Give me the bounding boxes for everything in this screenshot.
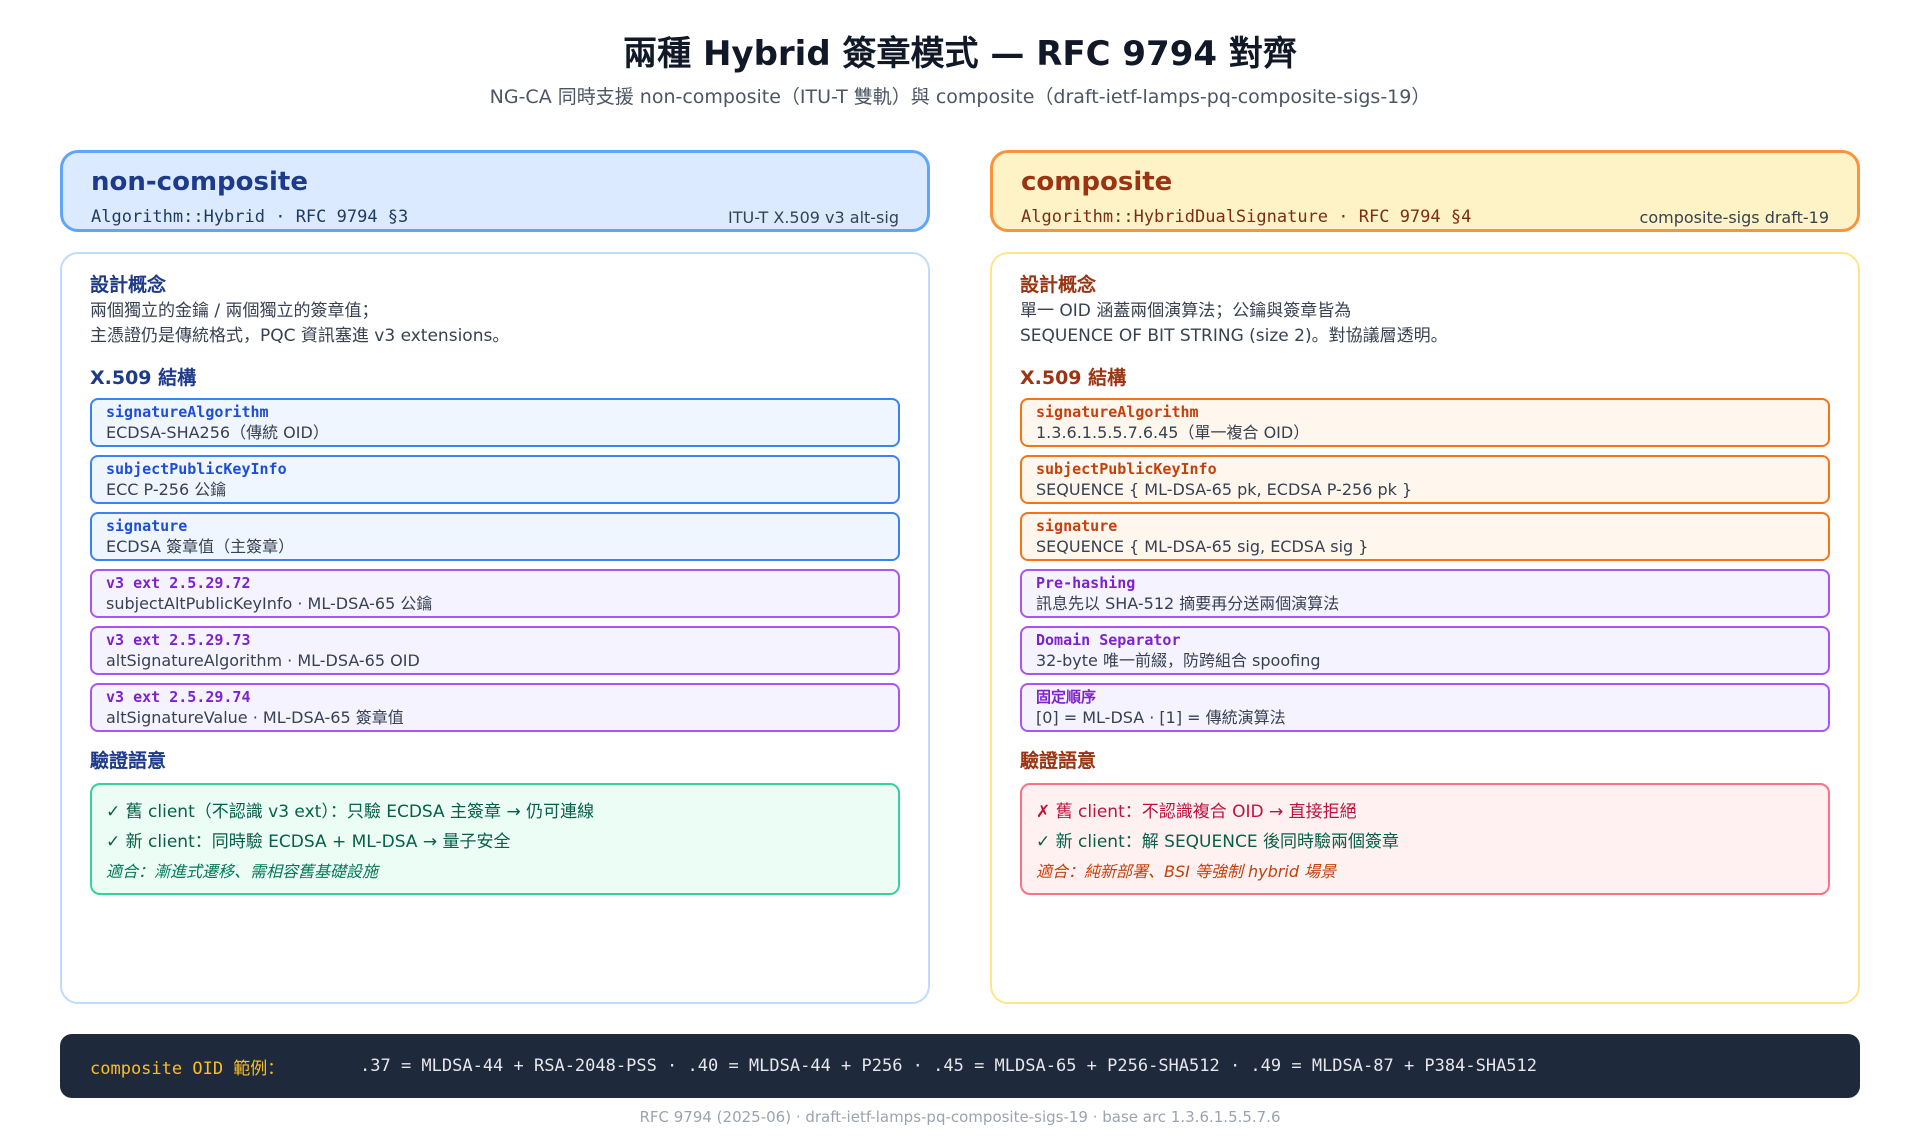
field-name: 固定順序	[1036, 688, 1097, 706]
verification-line: ✓ 新 client：同時驗 ECDSA + ML-DSA → 量子安全	[106, 832, 511, 852]
field-description: altSignatureAlgorithm · ML-DSA-65 OID	[106, 651, 420, 670]
structure-title: X.509 結構	[1020, 367, 1127, 389]
concept-text: 兩個獨立的金鑰 / 兩個獨立的簽章值； 主憑證仍是傳統格式，PQC 資訊塞進 v…	[90, 299, 900, 349]
structure-field: signatureAlgorithm 1.3.6.1.5.5.7.6.45（單一…	[1020, 398, 1830, 447]
non-composite-algorithm: Algorithm::Hybrid · RFC 9794 §3	[91, 207, 409, 227]
field-description: 32-byte 唯一前綴，防跨組合 spoofing	[1036, 651, 1321, 670]
structure-field: subjectPublicKeyInfo ECC P-256 公鑰	[90, 455, 900, 504]
field-description: SEQUENCE { ML-DSA-65 sig, ECDSA sig }	[1036, 537, 1369, 556]
field-description: altSignatureValue · ML-DSA-65 簽章值	[106, 708, 404, 727]
concept-line: 主憑證仍是傳統格式，PQC 資訊塞進 v3 extensions。	[90, 326, 510, 346]
field-name: signatureAlgorithm	[106, 403, 269, 421]
verification-note: 適合：純新部署、BSI 等強制 hybrid 場景	[1036, 862, 1337, 881]
field-name: signatureAlgorithm	[1036, 403, 1199, 421]
page-title: 兩種 Hybrid 簽章模式 — RFC 9794 對齊	[623, 34, 1297, 74]
concept-title: 設計概念	[1020, 274, 1097, 296]
field-name: subjectPublicKeyInfo	[106, 460, 287, 478]
verification-line: ✓ 新 client：解 SEQUENCE 後同時驗兩個簽章	[1036, 832, 1399, 852]
concept-text: 單一 OID 涵蓋兩個演算法；公鑰與簽章皆為 SEQUENCE OF BIT S…	[1020, 299, 1830, 349]
oid-bar-list: .37 = MLDSA-44 + RSA-2048-PSS · .40 = ML…	[360, 1056, 1538, 1076]
composite-title: composite	[1021, 167, 1173, 197]
concept-line: SEQUENCE OF BIT STRING (size 2)。對協議層透明。	[1020, 326, 1448, 346]
structure-field: signatureAlgorithm ECDSA-SHA256（傳統 OID）	[90, 398, 900, 447]
non-composite-header-card: non-composite Algorithm::Hybrid · RFC 97…	[60, 150, 930, 232]
composite-algorithm: Algorithm::HybridDualSignature · RFC 979…	[1021, 207, 1472, 227]
verification-box: ✓ 舊 client（不認識 v3 ext）：只驗 ECDSA 主簽章 → 仍可…	[90, 783, 900, 895]
structure-title: X.509 結構	[90, 367, 197, 389]
field-name: signature	[1036, 517, 1118, 535]
structure-field: v3 ext 2.5.29.74 altSignatureValue · ML-…	[90, 683, 900, 732]
structure-field: v3 ext 2.5.29.72 subjectAltPublicKeyInfo…	[90, 569, 900, 618]
field-description: SEQUENCE { ML-DSA-65 pk, ECDSA P-256 pk …	[1036, 480, 1413, 499]
composite-column: composite Algorithm::HybridDualSignature…	[990, 150, 1860, 1004]
field-description: [0] = ML-DSA · [1] = 傳統演算法	[1036, 708, 1286, 727]
concept-title: 設計概念	[90, 274, 167, 296]
verification-title: 驗證語意	[90, 750, 167, 772]
structure-field-list: signatureAlgorithm 1.3.6.1.5.5.7.6.45（單一…	[1020, 398, 1830, 732]
field-name: v3 ext 2.5.29.74	[106, 688, 251, 706]
footer-references: RFC 9794 (2025-06) · draft-ietf-lamps-pq…	[639, 1108, 1281, 1126]
structure-field-list: signatureAlgorithm ECDSA-SHA256（傳統 OID） …	[90, 398, 900, 732]
structure-field: signature SEQUENCE { ML-DSA-65 sig, ECDS…	[1020, 512, 1830, 561]
field-name: v3 ext 2.5.29.73	[106, 631, 251, 649]
verification-line: ✓ 舊 client（不認識 v3 ext）：只驗 ECDSA 主簽章 → 仍可…	[106, 802, 595, 822]
composite-body-card: 設計概念 單一 OID 涵蓋兩個演算法；公鑰與簽章皆為 SEQUENCE OF …	[990, 252, 1860, 1004]
composite-header-card: composite Algorithm::HybridDualSignature…	[990, 150, 1860, 232]
concept-line: 單一 OID 涵蓋兩個演算法；公鑰與簽章皆為	[1020, 301, 1352, 321]
field-name: signature	[106, 517, 188, 535]
field-name: subjectPublicKeyInfo	[1036, 460, 1217, 478]
non-composite-column: non-composite Algorithm::Hybrid · RFC 97…	[60, 150, 930, 1004]
verification-note: 適合：漸進式遷移、需相容舊基礎設施	[106, 862, 379, 881]
concept-line: 兩個獨立的金鑰 / 兩個獨立的簽章值；	[90, 301, 379, 321]
composite-note: composite-sigs draft-19	[1639, 208, 1829, 227]
structure-field: subjectPublicKeyInfo SEQUENCE { ML-DSA-6…	[1020, 455, 1830, 504]
verification-box: ✗ 舊 client：不認識複合 OID → 直接拒絕 ✓ 新 client：解…	[1020, 783, 1830, 895]
non-composite-note: ITU-T X.509 v3 alt-sig	[727, 208, 899, 227]
non-composite-body-card: 設計概念 兩個獨立的金鑰 / 兩個獨立的簽章值； 主憑證仍是傳統格式，PQC 資…	[60, 252, 930, 1004]
field-description: 訊息先以 SHA-512 摘要再分送兩個演算法	[1036, 594, 1340, 613]
field-description: subjectAltPublicKeyInfo · ML-DSA-65 公鑰	[106, 594, 433, 613]
oid-bar-label: composite OID 範例：	[90, 1058, 285, 1079]
structure-field: Domain Separator 32-byte 唯一前綴，防跨組合 spoof…	[1020, 626, 1830, 675]
field-description: ECDSA-SHA256（傳統 OID）	[106, 423, 329, 442]
structure-field: v3 ext 2.5.29.73 altSignatureAlgorithm ·…	[90, 626, 900, 675]
field-name: v3 ext 2.5.29.72	[106, 574, 251, 592]
structure-field: Pre-hashing 訊息先以 SHA-512 摘要再分送兩個演算法	[1020, 569, 1830, 618]
field-description: ECDSA 簽章值（主簽章）	[106, 537, 295, 556]
composite-oid-bar: composite OID 範例： .37 = MLDSA-44 + RSA-2…	[60, 1034, 1860, 1098]
verification-title: 驗證語意	[1020, 750, 1097, 772]
structure-field: 固定順序 [0] = ML-DSA · [1] = 傳統演算法	[1020, 683, 1830, 732]
structure-field: signature ECDSA 簽章值（主簽章）	[90, 512, 900, 561]
non-composite-title: non-composite	[91, 167, 308, 197]
page-subtitle: NG-CA 同時支援 non-composite（ITU-T 雙軌）與 comp…	[489, 86, 1431, 108]
field-name: Domain Separator	[1036, 631, 1181, 649]
verification-line: ✗ 舊 client：不認識複合 OID → 直接拒絕	[1036, 802, 1357, 822]
field-name: Pre-hashing	[1036, 574, 1136, 592]
field-description: 1.3.6.1.5.5.7.6.45（單一複合 OID）	[1036, 423, 1310, 442]
field-description: ECC P-256 公鑰	[106, 480, 227, 499]
